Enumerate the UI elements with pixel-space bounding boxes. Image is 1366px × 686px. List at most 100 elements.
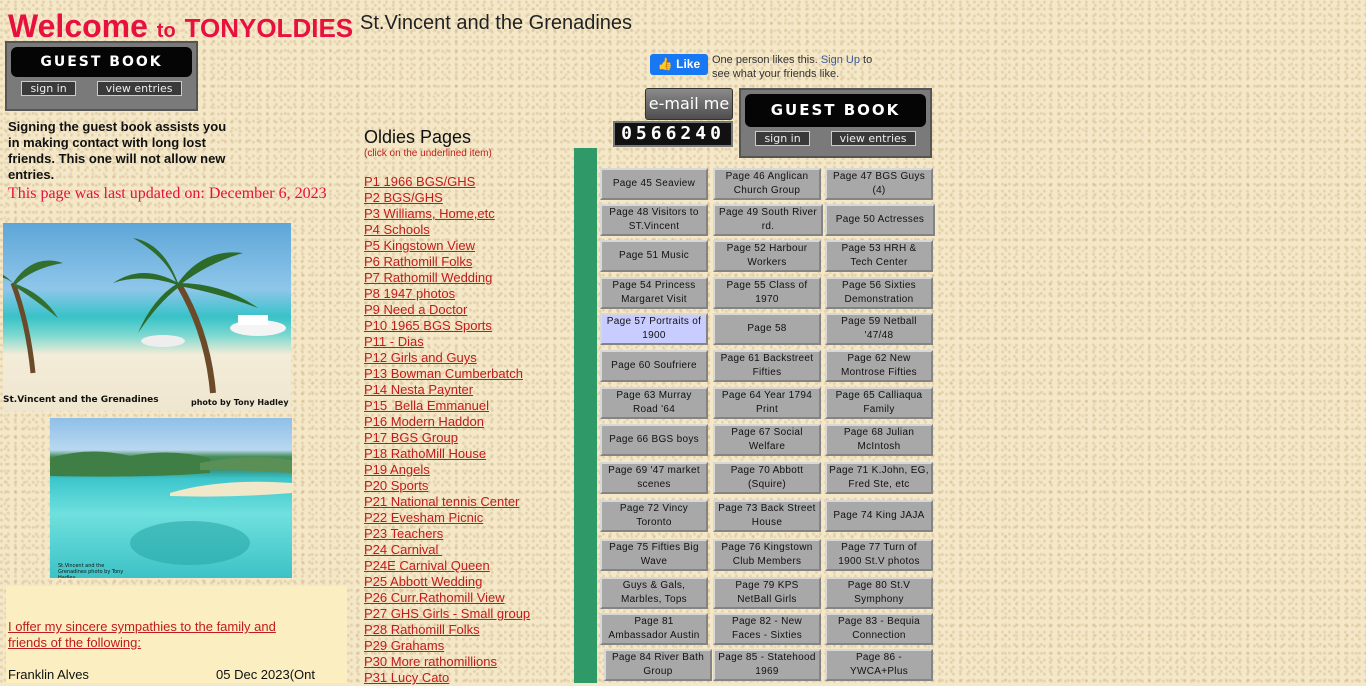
oldies-page-link[interactable]: P21 National tennis Center [364, 494, 519, 509]
oldies-page-link[interactable]: P16 Modern Haddon [364, 414, 484, 429]
oldies-page-link[interactable]: P11 - Dias [364, 334, 424, 349]
page-button[interactable]: Page 52 Harbour Workers [713, 240, 821, 272]
oldies-list-item: P18 RathoMill House [364, 446, 530, 462]
oldies-page-link[interactable]: P1 1966 BGS/GHS [364, 174, 475, 189]
oldies-page-link[interactable]: P23 Teachers [364, 526, 443, 541]
page-button[interactable]: Page 62 New Montrose Fifties [825, 350, 933, 382]
page-button[interactable]: Page 79 KPS NetBall Girls [713, 577, 821, 609]
oldies-page-link[interactable]: P7 Rathomill Wedding [364, 270, 492, 285]
page-button[interactable]: Page 64 Year 1794 Print [713, 387, 821, 419]
oldies-page-link[interactable]: P24 Carnival [364, 542, 442, 557]
oldies-list-item: P31 Lucy Cato [364, 670, 530, 686]
page-button[interactable]: Page 81 Ambassador Austin [600, 613, 708, 645]
oldies-page-link[interactable]: P12 Girls and Guys [364, 350, 477, 365]
page-button[interactable]: Page 72 Vincy Toronto [600, 500, 708, 532]
page-button[interactable]: Page 73 Back Street House [713, 500, 821, 532]
facebook-sign-up-link[interactable]: Sign Up [821, 54, 860, 66]
page-button[interactable]: Page 65 Calliaqua Family [825, 387, 933, 419]
guest-book-widget: GUEST BOOK sign in view entries [5, 41, 198, 111]
oldies-page-link[interactable]: P3 Williams, Home,etc [364, 206, 495, 221]
oldies-page-link[interactable]: P20 Sports [364, 478, 428, 493]
page-button[interactable]: Page 86 - YWCA+Plus [825, 649, 933, 681]
page-button[interactable]: Page 54 Princess Margaret Visit [600, 277, 708, 309]
guest-book-view-entries-button[interactable]: view entries [96, 81, 182, 96]
page-button[interactable]: Page 45 Seaview [600, 168, 708, 200]
oldies-page-link[interactable]: P15 Bella Emmanuel [364, 398, 489, 413]
oldies-list-item: P16 Modern Haddon [364, 414, 530, 430]
page-button[interactable]: Page 60 Soufriere [600, 350, 708, 382]
oldies-pages-subtitle: (click on the underlined item) [364, 148, 492, 159]
oldies-page-link[interactable]: P25 Abbott Wedding [364, 574, 482, 589]
page-button[interactable]: Page 46 Anglican Church Group [713, 168, 821, 200]
facebook-like-text: One person likes this. Sign Up to see wh… [712, 53, 882, 81]
page-button[interactable]: Page 82 - New Faces - Sixties [713, 613, 821, 645]
page-button[interactable]: Page 63 Murray Road '64 [600, 387, 708, 419]
page-button[interactable]: Page 53 HRH & Tech Center [825, 240, 933, 272]
page-button[interactable]: Page 68 Julian McIntosh [825, 424, 933, 456]
email-me-button[interactable]: e-mail me [645, 88, 733, 120]
page-button[interactable]: Guys & Gals, Marbles, Tops [600, 577, 708, 609]
page-button[interactable]: Page 47 BGS Guys (4) [825, 168, 933, 200]
oldies-list-item: P25 Abbott Wedding [364, 574, 530, 590]
sympathy-name: Franklin Alves [8, 667, 89, 682]
oldies-page-link[interactable]: P18 RathoMill House [364, 446, 486, 461]
page-button[interactable]: Page 56 Sixties Demonstration [825, 277, 933, 309]
page-button[interactable]: Page 76 Kingstown Club Members [713, 539, 821, 571]
page-button[interactable]: Page 51 Music [600, 240, 708, 272]
page-button[interactable]: Page 58 [713, 313, 821, 345]
oldies-page-link[interactable]: P4 Schools [364, 222, 430, 237]
page-button[interactable]: Page 49 South River rd. [713, 204, 823, 236]
oldies-list-item: P24E Carnival Queen [364, 558, 530, 574]
oldies-list-item: P23 Teachers [364, 526, 530, 542]
oldies-list-item: P30 More rathomillions [364, 654, 530, 670]
oldies-page-link[interactable]: P6 Rathomill Folks [364, 254, 472, 269]
oldies-page-link[interactable]: P22 Evesham Picnic [364, 510, 483, 525]
guest-book-sign-in-button[interactable]: sign in [21, 81, 76, 96]
page-button[interactable]: Page 67 Social Welfare [713, 424, 821, 456]
page-button[interactable]: Page 71 K.John, EG, Fred Ste, etc [825, 462, 933, 494]
oldies-page-link[interactable]: P28 Rathomill Folks [364, 622, 480, 637]
photo2-caption: St.Vincent and the Grenadines photo by T… [58, 563, 124, 578]
page-button[interactable]: Page 70 Abbott (Squire) [713, 462, 821, 494]
oldies-list-item: P28 Rathomill Folks [364, 622, 530, 638]
oldies-list-item: P9 Need a Doctor [364, 302, 530, 318]
welcome-to: to [156, 20, 176, 42]
page-button[interactable]: Page 85 - Statehood 1969 [713, 649, 821, 681]
guest-book-sign-in-button-right[interactable]: sign in [755, 131, 810, 146]
page-button[interactable]: Page 80 St.V Symphony [825, 577, 933, 609]
page-button[interactable]: Page 57 Portraits of 1900 [600, 313, 708, 345]
page-button[interactable]: Page 48 Visitors to ST.Vincent [600, 204, 708, 236]
photo-caption-right: photo by Tony Hadley [191, 398, 289, 407]
page-button[interactable]: Page 75 Fifties Big Wave [600, 539, 708, 571]
page-button[interactable]: Page 66 BGS boys [600, 424, 708, 456]
page-button[interactable]: Page 77 Turn of 1900 St.V photos [825, 539, 933, 571]
oldies-page-link[interactable]: P17 BGS Group [364, 430, 458, 445]
page-button[interactable]: Page 74 King JAJA [825, 500, 933, 532]
facebook-like-button[interactable]: 👍 Like [650, 54, 708, 75]
oldies-list-item: P15 Bella Emmanuel [364, 398, 530, 414]
oldies-page-link[interactable]: P2 BGS/GHS [364, 190, 443, 205]
page-button[interactable]: Page 61 Backstreet Fifties [713, 350, 821, 382]
oldies-page-link[interactable]: P30 More rathomillions [364, 654, 497, 669]
sympathy-link[interactable]: I offer my sincere sympathies to the fam… [8, 619, 298, 651]
page-button[interactable]: Page 50 Actresses [825, 204, 935, 236]
guest-book-title-right: GUEST BOOK [745, 94, 926, 127]
oldies-page-link[interactable]: P8 1947 photos [364, 286, 455, 301]
oldies-page-link[interactable]: P10 1965 BGS Sports [364, 318, 492, 333]
oldies-page-link[interactable]: P19 Angels [364, 462, 430, 477]
oldies-page-link[interactable]: P27 GHS Girls - Small group [364, 606, 530, 621]
oldies-page-link[interactable]: P24E Carnival Queen [364, 558, 490, 573]
page-button[interactable]: Page 55 Class of 1970 [713, 277, 821, 309]
guest-book-view-entries-button-right[interactable]: view entries [830, 131, 916, 146]
oldies-page-link[interactable]: P26 Curr.Rathomill View [364, 590, 505, 605]
oldies-page-link[interactable]: P13 Bowman Cumberbatch [364, 366, 523, 381]
page-button[interactable]: Page 83 - Bequia Connection [825, 613, 933, 645]
page-button[interactable]: Page 59 Netball '47/48 [825, 313, 933, 345]
page-button[interactable]: Page 69 '47 market scenes [600, 462, 708, 494]
page-button[interactable]: Page 84 River Bath Group [604, 649, 712, 681]
oldies-page-link[interactable]: P14 Nesta Paynter [364, 382, 473, 397]
oldies-page-link[interactable]: P5 Kingstown View [364, 238, 475, 253]
oldies-page-link[interactable]: P9 Need a Doctor [364, 302, 467, 317]
oldies-page-link[interactable]: P29 Grahams [364, 638, 444, 653]
oldies-page-list: P1 1966 BGS/GHS P2 BGS/GHS P3 Williams, Ho… [364, 174, 530, 686]
